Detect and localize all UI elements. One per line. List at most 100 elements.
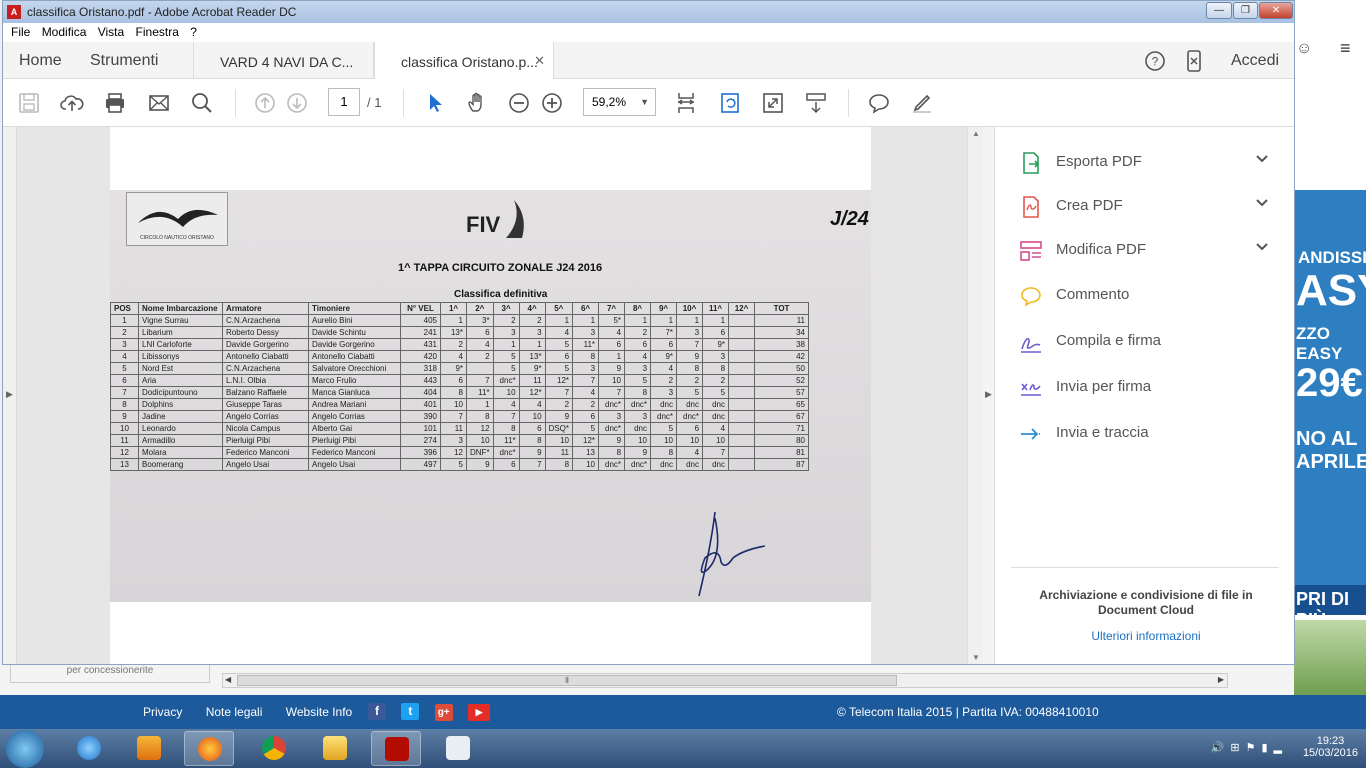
full-screen-icon[interactable] [761,91,785,115]
scroll-up-icon[interactable]: ▲ [972,129,980,138]
chevron-down-icon[interactable] [1255,197,1269,211]
right-pane-toggle[interactable]: ▶ [983,127,995,664]
twitter-icon[interactable]: t [401,703,420,720]
collapse-pane-icon[interactable]: ▶ [985,389,992,400]
sail-logo-icon [506,200,524,238]
mobile-link-icon[interactable] [1185,50,1203,77]
table-cell: 3 [572,362,600,375]
email-icon[interactable] [147,91,171,115]
table-cell: 9 [466,458,494,471]
tab-tools[interactable]: Strumenti [90,52,158,70]
fit-page-icon[interactable] [674,91,698,115]
youtube-icon[interactable]: ▶ [468,704,491,721]
save-icon[interactable] [17,91,41,115]
zoom-level-select[interactable]: 59,2% ▼ [583,88,656,116]
table-cell: DNF* [466,446,494,459]
minimize-button[interactable]: — [1206,2,1232,19]
vertical-scrollbar[interactable]: ▲ ▼ [967,127,983,664]
zoom-in-icon[interactable] [540,91,564,115]
help-icon[interactable]: ? [1144,50,1166,77]
scroll-left-icon[interactable]: ◀ [225,675,231,684]
tool-export-pdf[interactable]: Esporta PDF [1019,149,1279,179]
maximize-button[interactable]: ❐ [1233,2,1258,19]
smiley-icon[interactable]: ☺ [1296,40,1312,58]
taskbar-file-explorer[interactable] [310,731,360,766]
title-bar[interactable]: A classifica Oristano.pdf - Adobe Acroba… [3,1,1294,23]
page-number-input[interactable]: 1 [328,88,360,116]
menu-window[interactable]: Finestra [136,23,179,42]
table-cell: Antonello Ciabatti [308,350,401,363]
scroll-down-icon[interactable]: ▼ [972,653,980,662]
table-cell: 9* [650,350,678,363]
horizontal-scrollbar[interactable]: ◀ ⦀ ▶ [222,673,1228,688]
table-cell: 2 [110,326,139,339]
table-cell: Dodicipuntouno [138,386,223,399]
tool-send-for-signature[interactable]: Invia per firma [1019,374,1279,404]
table-row: 9 Jadine Angelo Corrias Angelo Corrias 390 7 8… [110,410,810,423]
table-cell: 13 [110,458,139,471]
tool-edit-pdf[interactable]: Modifica PDF [1019,237,1279,267]
table-cell: 3 [624,362,652,375]
document-view[interactable]: ▶ CIRCOLO NAUTICO ORISTANO FIV J/24 1^ T… [3,127,967,664]
table-cell: dnc* [624,458,652,471]
tray-icons[interactable]: 🔊⊞⚑▮▂ [1211,741,1288,754]
googleplus-icon[interactable]: g+ [434,704,453,721]
table-cell: Angelo Corrias [222,410,309,423]
expand-left-icon[interactable]: ▶ [6,389,13,400]
pdf-page[interactable]: CIRCOLO NAUTICO ORISTANO FIV J/24 1^ TAP… [110,127,871,664]
scrollbar-thumb[interactable]: ⦀ [237,675,897,686]
chevron-down-icon[interactable] [1255,153,1269,167]
menu-help[interactable]: ? [190,23,197,42]
tool-comment[interactable]: Commento [1019,282,1279,312]
ad-text-line: ASY [1296,266,1366,315]
scroll-mode-icon[interactable] [804,91,828,115]
menu-file[interactable]: File [11,23,30,42]
close-window-button[interactable]: ✕ [1259,2,1293,19]
left-panel-toggle[interactable]: ▶ [3,127,17,664]
start-button[interactable] [6,730,44,768]
hand-tool-icon[interactable] [465,91,489,115]
menu-edit[interactable]: Modifica [42,23,87,42]
tool-send-track[interactable]: Invia e traccia [1019,420,1279,450]
next-page-icon[interactable] [285,91,309,115]
learn-more-link[interactable]: Ulteriori informazioni [1015,629,1277,643]
chevron-down-icon[interactable] [1255,241,1269,255]
previous-page-icon[interactable] [253,91,277,115]
ad-cta[interactable]: PRI DI PIÙ [1294,585,1366,615]
upload-cloud-icon[interactable] [60,91,84,115]
search-icon[interactable] [190,91,214,115]
tool-fill-sign[interactable]: Compila e firma [1019,328,1279,358]
hamburger-menu-icon[interactable]: ≡ [1340,38,1351,59]
footer-link-privacy[interactable]: Privacy [143,705,182,719]
clock-date[interactable]: 15/03/2016 [1303,747,1358,759]
rotate-view-icon[interactable] [718,91,742,115]
footer-link-website-info[interactable]: Website Info [286,705,352,719]
taskbar-chrome[interactable] [249,731,299,766]
footer-link-legal[interactable]: Note legali [206,705,263,719]
scroll-right-icon[interactable]: ▶ [1218,675,1224,684]
tab-home[interactable]: Home [19,52,62,70]
taskbar-acrobat[interactable] [371,731,421,766]
facebook-icon[interactable]: f [368,703,386,720]
taskbar-firefox[interactable] [184,731,234,766]
table-cell: 1 [624,314,652,327]
highlight-pen-icon[interactable] [910,91,934,115]
taskbar-media-player[interactable] [124,731,174,766]
zoom-out-icon[interactable] [507,91,531,115]
tab-document-classifica[interactable]: classifica Oristano.p... ✕ [374,42,554,80]
comment-tool-icon[interactable] [867,91,891,115]
table-cell: Salvatore Orecchioni [308,362,401,375]
column-header: Timoniere [308,302,401,315]
taskbar-notepad[interactable] [433,731,483,766]
close-tab-icon[interactable]: ✕ [534,53,545,69]
table-cell: 9 [598,434,626,447]
clock-time[interactable]: 19:23 [1303,735,1358,747]
background-advertisement[interactable]: ANDISSIMO ASY ZZO EASY 29€ NO AL APRILE … [1294,160,1366,615]
menu-view[interactable]: Vista [98,23,124,42]
tab-document-vard[interactable]: VARD 4 NAVI DA C... [193,42,374,79]
print-icon[interactable] [103,91,127,115]
tool-create-pdf[interactable]: Crea PDF [1019,193,1279,223]
select-cursor-icon[interactable] [423,91,447,115]
sign-in-button[interactable]: Accedi [1231,52,1279,70]
taskbar-ie[interactable] [64,731,114,766]
